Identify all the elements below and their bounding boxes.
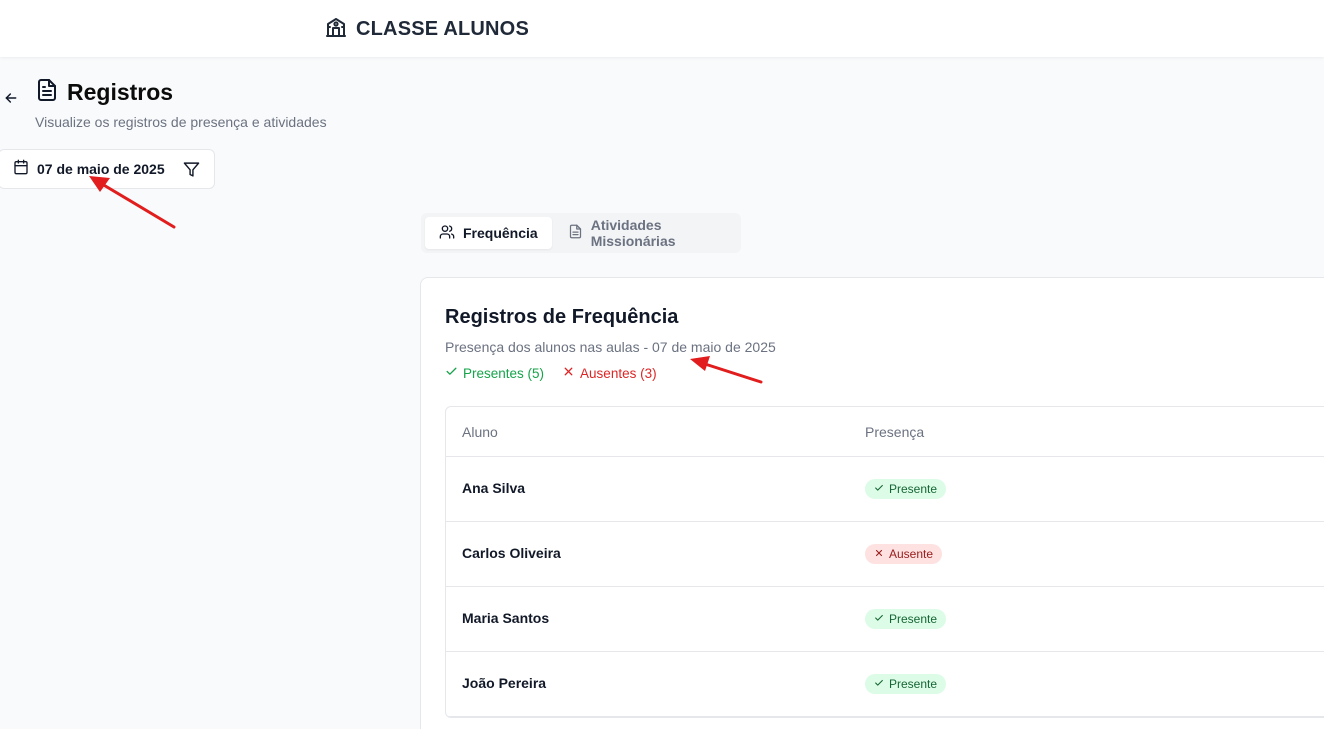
status-label: Ausente	[889, 547, 934, 561]
student-name: Maria Santos	[462, 610, 550, 626]
status-badge: Presente	[865, 609, 947, 629]
card-subtitle: Presença dos alunos nas aulas - 07 de ma…	[445, 339, 776, 355]
file-text-icon	[35, 77, 59, 108]
check-icon	[874, 482, 884, 496]
status-badge: Presente	[865, 674, 947, 694]
x-icon	[874, 547, 884, 561]
attendance-card: Registros de Frequência Presença dos alu…	[420, 277, 1324, 729]
app-title: CLASSE ALUNOS	[356, 18, 529, 40]
column-header-student: Aluno	[462, 423, 498, 440]
tab-frequencia[interactable]: Frequência	[425, 217, 552, 249]
page-subtitle: Visualize os registros de presença e ati…	[35, 114, 327, 130]
date-label: 07 de maio de 2025	[37, 161, 165, 177]
page-header: Registros Visualize os registros de pres…	[35, 77, 327, 130]
status-badge: Presente	[865, 479, 947, 499]
date-picker-button[interactable]: 07 de maio de 2025	[0, 149, 215, 189]
top-bar: CLASSE ALUNOS	[0, 0, 1324, 57]
school-icon	[324, 15, 348, 44]
x-icon	[562, 365, 575, 381]
arrow-left-icon	[3, 93, 19, 110]
table-row[interactable]: João Pereira Presente	[446, 652, 1324, 717]
file-text-icon	[568, 224, 583, 242]
present-count-label: Presentes (5)	[463, 365, 545, 381]
check-icon	[874, 677, 884, 691]
page-title: Registros	[67, 79, 174, 105]
student-name: Carlos Oliveira	[462, 545, 561, 561]
status-label: Presente	[889, 482, 938, 496]
calendar-icon	[13, 159, 29, 180]
table-row[interactable]: Maria Santos Presente	[446, 587, 1324, 652]
filter-icon[interactable]	[183, 161, 200, 178]
status-badge: Ausente	[865, 544, 943, 564]
record-tabs: Frequência Atividades Missionárias	[421, 213, 741, 253]
absent-count: Ausentes (3)	[562, 365, 657, 381]
check-icon	[874, 612, 884, 626]
tab-label: Frequência	[463, 225, 538, 241]
brand[interactable]: CLASSE ALUNOS	[324, 15, 529, 44]
check-icon	[445, 365, 458, 381]
tab-atividades-missionarias[interactable]: Atividades Missionárias	[554, 217, 737, 249]
present-count: Presentes (5)	[445, 365, 544, 381]
attendance-summary: Presentes (5) Ausentes (3)	[445, 365, 657, 381]
absent-count-label: Ausentes (3)	[580, 365, 657, 381]
status-label: Presente	[889, 612, 938, 626]
column-header-presence: Presença	[865, 423, 925, 440]
status-label: Presente	[889, 677, 938, 691]
card-title: Registros de Frequência	[445, 306, 679, 328]
table-row[interactable]: Ana Silva Presente	[446, 457, 1324, 522]
users-icon	[439, 224, 455, 243]
student-name: João Pereira	[462, 675, 547, 691]
attendance-table: Aluno Presença Ana Silva Presente Carlos…	[445, 406, 1324, 718]
tab-label: Atividades Missionárias	[590, 217, 676, 249]
table-header: Aluno Presença	[446, 407, 1324, 457]
student-name: Ana Silva	[462, 480, 526, 496]
back-button[interactable]	[3, 90, 21, 108]
table-row[interactable]: Carlos Oliveira Ausente	[446, 522, 1324, 587]
